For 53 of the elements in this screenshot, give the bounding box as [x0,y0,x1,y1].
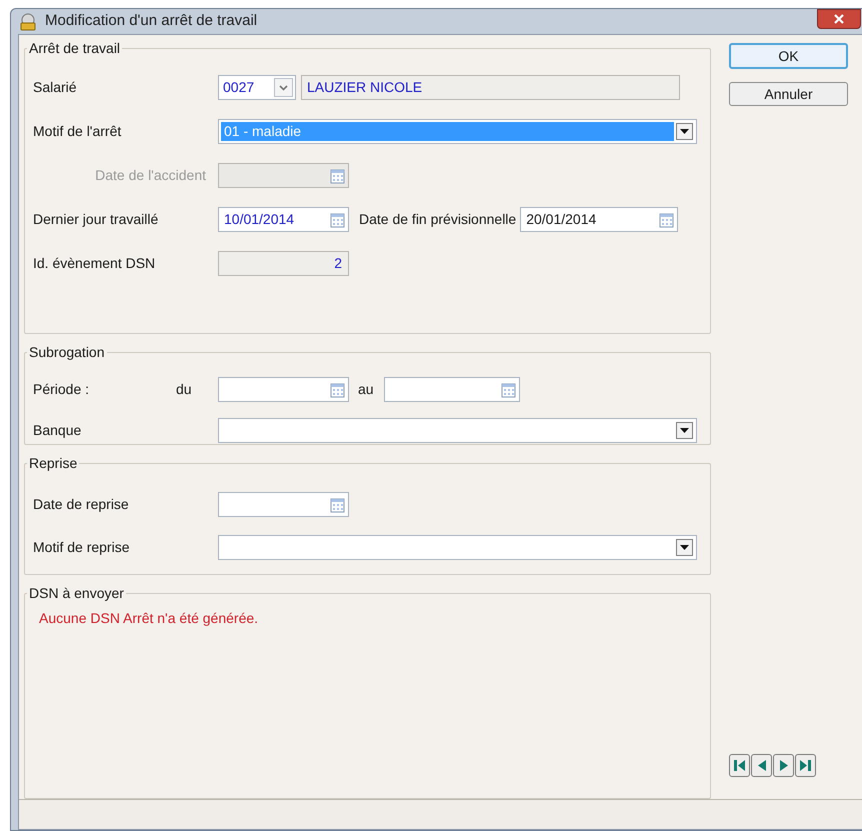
dropdown-button[interactable] [676,123,693,140]
id-field: 2 [218,251,349,276]
calendar-icon[interactable] [330,382,345,398]
last-record-button[interactable] [795,754,816,777]
field-label: Motif de reprise [33,538,130,557]
code-dropdown[interactable]: 0027 [218,75,296,100]
chevron-icon [279,84,288,90]
ok-button[interactable]: OK [729,43,848,69]
caret-icon [680,129,689,134]
field-label: Date de reprise [33,495,130,514]
status-message: Aucune DSN Arrêt n'a été générée. [38,609,260,628]
close-button[interactable] [817,9,861,29]
date-field[interactable] [218,377,349,402]
section-title: Arrêt de travail [28,39,122,58]
name-field: LAUZIER NICOLE [301,75,680,100]
field-label: Banque [33,421,82,440]
previous-record-button[interactable] [751,754,772,777]
dropdown-field[interactable] [218,535,697,560]
section-title: Reprise [28,454,78,473]
field-label: au [358,380,374,399]
field-label: Date de l'accident [94,166,207,185]
field-label: Date de fin prévisionnelle [359,210,516,229]
calendar-icon[interactable] [659,212,674,228]
dropdown-button[interactable] [676,539,693,556]
next-record-button[interactable] [773,754,794,777]
field-label: Période : [33,380,90,399]
caret-icon [680,428,689,433]
field-label: Dernier jour travaillé [33,210,160,229]
date-field[interactable] [218,492,349,517]
first-record-button[interactable] [729,754,750,777]
field-label: Salarié [33,78,78,97]
section-title: Subrogation [28,343,106,362]
dropdown-field[interactable] [218,418,697,443]
section-title: DSN à envoyer [28,584,125,603]
close-icon [834,14,844,24]
calendar-icon[interactable] [500,382,516,398]
field-label: Motif de l'arrêt [33,122,122,141]
app-icon [19,12,37,30]
caret-icon [680,545,689,550]
previous-icon [756,759,766,772]
field-label: du [176,380,193,399]
next-icon [778,759,788,772]
dropdown-button[interactable] [676,422,693,439]
field-label: Id. évènement DSN [33,254,156,273]
calendar-icon[interactable] [330,496,345,512]
last-icon [799,759,812,772]
date-field[interactable]: 10/01/2014 [218,207,349,232]
cancel-button[interactable]: Annuler [729,82,848,106]
window-title: Modification d'un arrêt de travail [45,11,258,32]
first-icon [733,759,746,772]
date-field[interactable] [384,377,520,402]
date-field[interactable]: 20/01/2014 [520,207,678,232]
calendar-icon[interactable] [330,212,345,228]
